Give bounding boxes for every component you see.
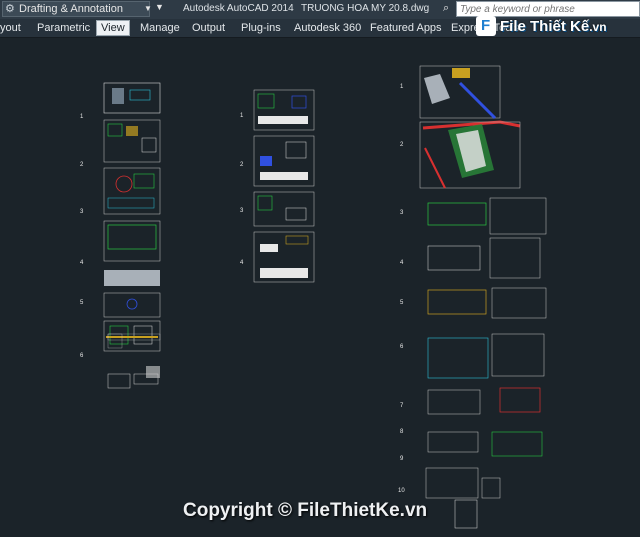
tab-plug-ins[interactable]: Plug-ins [241,21,281,35]
workspace-label: Drafting & Annotation [19,3,123,15]
sheet-number: 3 [80,209,84,215]
drawing-canvas[interactable]: 1 2 3 4 5 6 1 2 3 4 1 2 3 4 5 6 7 8 9 10 [0,38,640,537]
workspace-selector[interactable]: ⚙ Drafting & Annotation ▼ [2,1,152,17]
sheet-number: 1 [240,113,244,119]
logo-suffix: .vn [589,20,607,34]
sheet-number: 6 [80,353,84,359]
sheet-column-1 [103,82,161,389]
sheet-number: 4 [80,260,84,266]
sheet-number: 2 [240,162,244,168]
app-title: Autodesk AutoCAD 2014 [183,3,294,14]
sheet-column-2 [253,89,315,283]
gear-icon: ⚙ [5,3,15,15]
tab-autodesk-360[interactable]: Autodesk 360 [294,21,361,35]
sheet-number: 7 [400,403,404,409]
sheet-number: 9 [400,456,404,462]
quick-access-dropdown-icon[interactable]: ▼ [155,2,164,12]
sheet-number: 1 [80,114,84,120]
sheet-number: 10 [398,488,405,494]
sheet-number: 8 [400,429,404,435]
site-logo: F File Thiết Kế.vn [472,14,640,40]
sheet-number: 6 [400,344,404,350]
tab-layout[interactable]: yout [0,21,21,35]
tab-parametric[interactable]: Parametric [37,21,90,35]
search-icon[interactable]: ⌕ [443,2,449,15]
tab-manage[interactable]: Manage [140,21,180,35]
sheet-number: 5 [400,300,404,306]
sheet-number: 3 [400,210,404,216]
sheet-number: 1 [400,84,404,90]
sheet-number: 2 [80,162,84,168]
chevron-down-icon[interactable]: ▼ [144,2,152,16]
tab-output[interactable]: Output [192,21,225,35]
logo-text: File Thiết Kế [500,18,590,35]
drawing-sheets [103,65,547,529]
tab-featured-apps[interactable]: Featured Apps [370,21,442,35]
tab-view[interactable]: View [96,20,130,36]
sheet-number: 2 [400,142,404,148]
sheet-number: 3 [240,208,244,214]
file-title: TRUONG HOA MY 20.8.dwg [301,3,430,14]
sheet-column-3 [419,65,547,529]
copyright-watermark: Copyright © FileThietKe.vn [183,500,428,521]
sheet-number: 4 [400,260,404,266]
sheet-number: 4 [240,260,244,266]
logo-mark: F [476,16,496,36]
sheet-number: 5 [80,300,84,306]
